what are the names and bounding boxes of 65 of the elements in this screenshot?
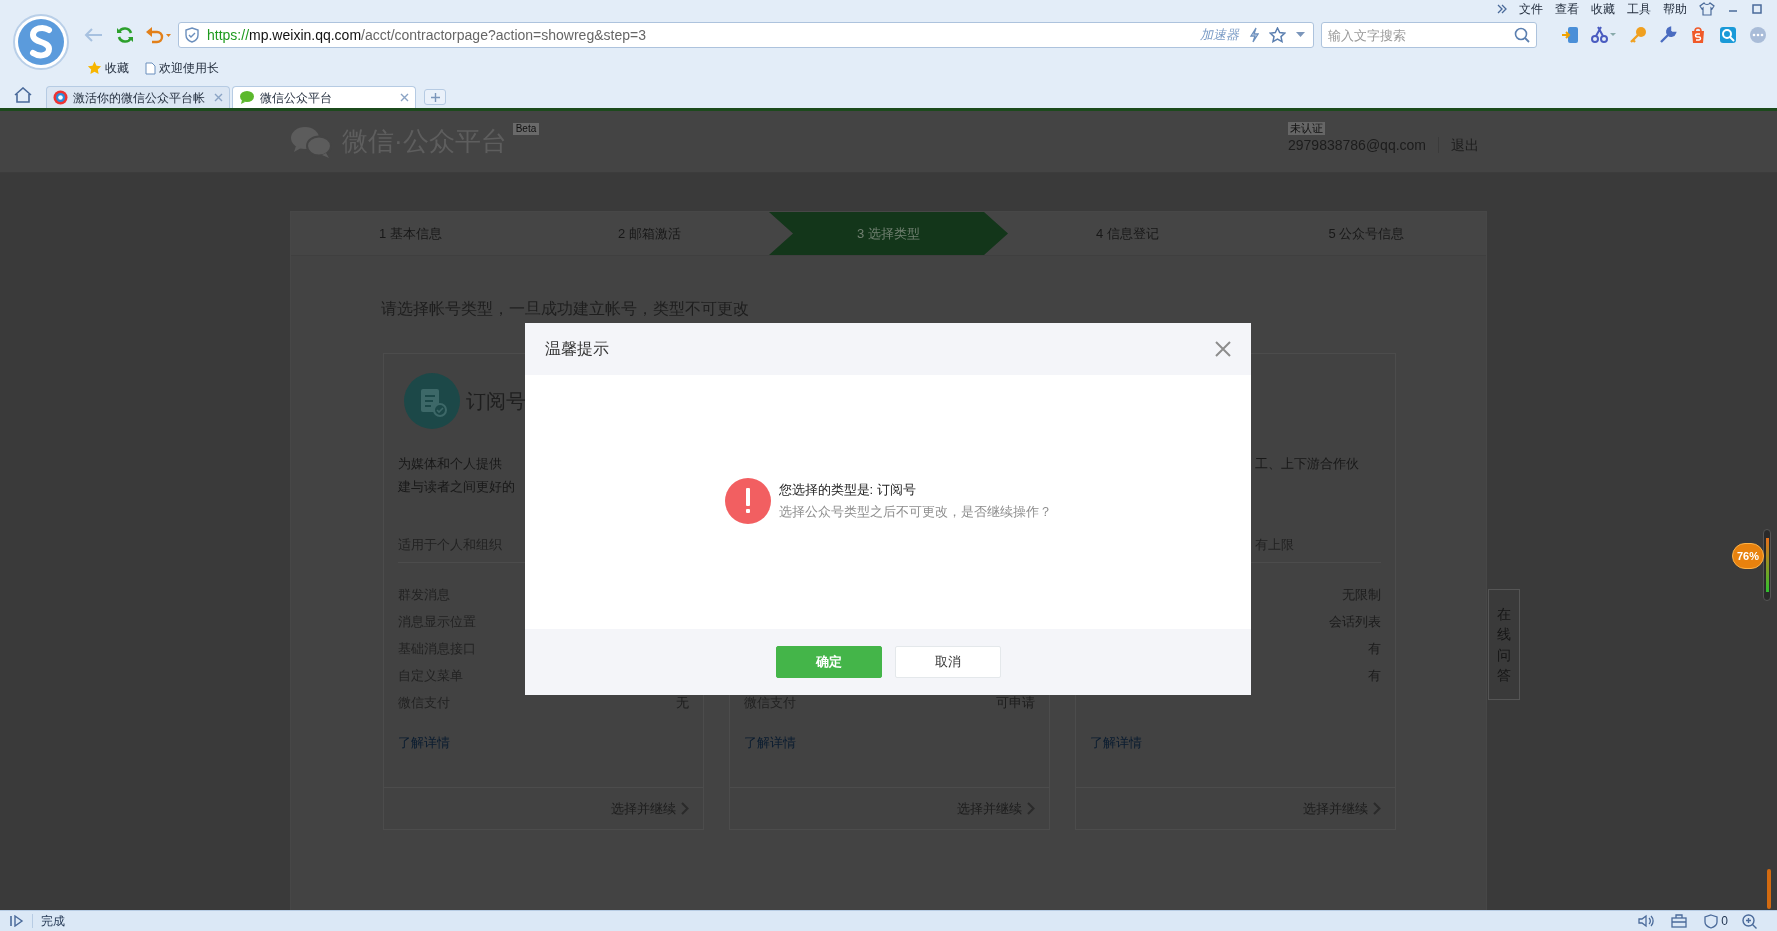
menu-item[interactable]: 帮助: [1663, 2, 1687, 16]
cancel-button[interactable]: 取消: [894, 646, 1001, 678]
status-gauge: [1767, 869, 1771, 909]
scissors-icon[interactable]: [1591, 26, 1617, 44]
more-apps-icon[interactable]: [1749, 26, 1767, 44]
menu-item[interactable]: 查看: [1555, 2, 1579, 16]
search-field[interactable]: 输入文字搜索: [1321, 22, 1537, 48]
home-icon[interactable]: [14, 87, 32, 103]
beta-badge: Beta: [512, 123, 540, 135]
site-icon: [53, 90, 68, 105]
chat-logo-icon: [290, 124, 332, 159]
memory-gauge: [1763, 529, 1771, 601]
key-icon[interactable]: [1629, 26, 1647, 44]
url-text: https://mp.weixin.qq.com/acct/contractorpage?action=showreg&step=3: [207, 25, 646, 45]
dialog-note: 选择公众号类型之后不可更改，是否继续操作？: [778, 503, 1052, 521]
zoom-icon[interactable]: [1742, 913, 1757, 929]
memory-badge[interactable]: 76%: [1732, 543, 1764, 569]
chevron-right-icon: [1027, 802, 1035, 815]
dialog-message: 您选择的类型是: 订阅号: [778, 481, 917, 499]
lightning-icon[interactable]: [1249, 27, 1259, 43]
wrench-icon[interactable]: [1659, 26, 1677, 44]
wizard-step[interactable]: 3 选择类型: [769, 212, 1008, 255]
menu-item[interactable]: 工具: [1627, 2, 1651, 16]
close-icon[interactable]: [1215, 341, 1231, 357]
close-icon[interactable]: [400, 93, 409, 102]
magnifier-icon[interactable]: [1719, 26, 1737, 44]
close-icon[interactable]: [214, 93, 223, 102]
bookmark-link[interactable]: 收藏: [105, 59, 129, 77]
speaker-icon[interactable]: [1638, 914, 1655, 928]
chevron-right-icon: [681, 802, 689, 815]
menu-item[interactable]: 收藏: [1591, 2, 1615, 16]
toolbox-icon[interactable]: [1671, 914, 1688, 928]
undo-icon[interactable]: [145, 26, 171, 44]
menu-item[interactable]: 文件: [1519, 2, 1543, 16]
more-icon[interactable]: [1497, 4, 1507, 14]
sidebar-toggle-icon[interactable]: [10, 915, 24, 927]
accelerator-button[interactable]: 加速器: [1200, 25, 1239, 45]
refresh-icon[interactable]: [115, 25, 135, 45]
star-icon[interactable]: [1269, 27, 1286, 43]
shop-icon[interactable]: [1689, 26, 1707, 44]
page-icon: [145, 61, 156, 75]
shield-icon[interactable]: [1704, 913, 1719, 929]
caret-icon[interactable]: [1296, 32, 1305, 38]
chat-bubble-icon: [239, 90, 255, 105]
skin-icon[interactable]: [1699, 2, 1715, 16]
maximize-icon[interactable]: [1751, 3, 1763, 15]
document-check-icon: [404, 373, 460, 429]
new-tab-button[interactable]: [424, 89, 446, 105]
plus-icon: [430, 92, 440, 102]
error-icon: [724, 478, 771, 524]
browser-logo-icon: [13, 14, 69, 70]
shield-icon: [185, 27, 199, 43]
confirm-button[interactable]: 确定: [775, 646, 882, 678]
address-bar[interactable]: https://mp.weixin.qq.com/acct/contractorpage?action=showreg&step=3 加速器: [178, 22, 1314, 48]
bookmark-link[interactable]: 欢迎使用长: [159, 59, 219, 77]
status-text: 完成: [41, 913, 65, 930]
browser-tab[interactable]: 激活你的微信公众平台帐: [46, 86, 230, 108]
dialog-title: 温馨提示: [545, 339, 609, 359]
blocked-count: 0: [1721, 913, 1728, 930]
search-icon[interactable]: [1514, 27, 1530, 43]
send-to-phone-icon[interactable]: [1561, 26, 1579, 44]
chevron-right-icon: [1373, 802, 1381, 815]
status-badge: 未认证: [1288, 122, 1325, 135]
browser-tab[interactable]: 微信公众平台: [232, 86, 416, 108]
star-icon: [87, 61, 102, 75]
